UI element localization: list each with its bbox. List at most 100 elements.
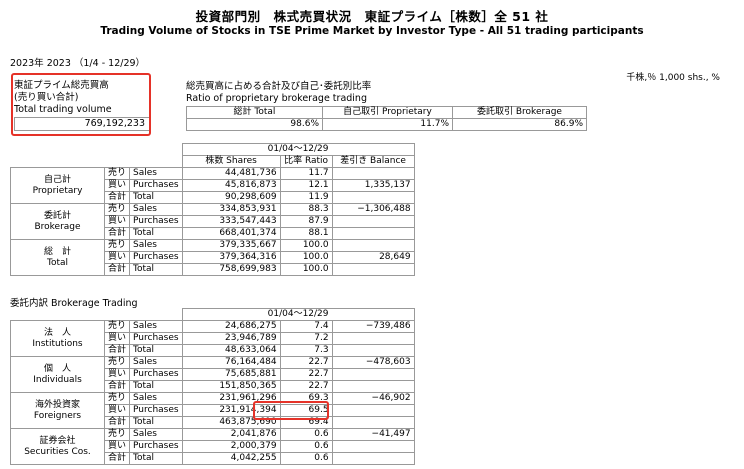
shares-cell: 379,335,667 [181,239,281,252]
table-row: 海外投資家 Foreigners 売り Sales 231,961,296 69.3 −46… [10,392,415,429]
ratio-title-en: Ratio of proprietary brokerage trading [186,93,367,104]
balance-cell [331,440,415,453]
trade-type-jp: 買い [103,368,131,381]
table-row: 総 計 Total 売り Sales 379,335,667 100.0 [10,239,415,276]
trade-type-en: Total [129,416,183,429]
trade-type-en: Purchases [129,179,183,192]
trade-type-jp: 合計 [103,344,131,357]
category-label-jp: 証券会社 [39,435,76,446]
highlight-box-total [11,73,151,136]
trade-type-en: Total [129,344,183,357]
ratio-cell: 88.3 [279,203,333,216]
trade-type-jp: 買い [103,215,131,228]
table-row: 証券会社 Securities Cos. 売り Sales 2,041,876 0.6 −4… [10,428,415,465]
trade-type-en: Sales [129,356,183,369]
balance-cell: −739,486 [331,320,415,333]
brokerage-category-cell: 個 人 Individuals [10,356,105,393]
ratio-cell: 7.3 [279,344,333,357]
shares-cell: 334,853,931 [181,203,281,216]
ratio-cell: 12.1 [279,179,333,192]
trade-type-jp: 合計 [103,380,131,393]
summary-category-cell: 自己計 Proprietary [10,167,105,204]
page-title-en: Trading Volume of Stocks in TSE Prime Ma… [100,25,644,37]
ratio-cell: 88.1 [279,227,333,240]
ratio-cell: 100.0 [279,263,333,276]
category-label-jp: 自己計 [43,174,71,185]
ratio-cell: 22.7 [279,356,333,369]
trade-type-jp: 合計 [103,416,131,429]
category-label-en: Brokerage [34,221,81,232]
trade-type-en: Sales [129,203,183,216]
shares-cell: 379,364,316 [181,251,281,264]
trade-type-jp: 買い [103,179,131,192]
trade-type-en: Total [129,263,183,276]
balance-cell: 1,335,137 [331,179,415,192]
balance-cell: −478,603 [331,356,415,369]
balance-cell [331,227,415,240]
balance-cell [331,452,415,465]
trade-type-jp: 売り [103,392,131,405]
balance-cell [331,368,415,381]
shares-cell: 24,686,275 [181,320,281,333]
table-row: 委託計 Brokerage 売り Sales 334,853,931 88.3 −1,306… [10,203,415,240]
ratio-title-jp: 総売買高に占める合計及び自己･委託別比率 [186,81,372,92]
trade-type-en: Purchases [129,215,183,228]
trade-type-en: Purchases [129,251,183,264]
trade-type-en: Purchases [129,440,183,453]
category-label-jp: 海外投資家 [34,399,80,410]
balance-cell [331,380,415,393]
trade-type-en: Total [129,227,183,240]
brokerage-category-cell: 海外投資家 Foreigners [10,392,105,429]
shares-cell: 48,633,064 [181,344,281,357]
shares-cell: 44,481,736 [181,167,281,180]
balance-cell [331,416,415,429]
shares-cell: 758,699,983 [181,263,281,276]
summary-table: 01/04～12/29 株数 Shares 比率 Ratio 差引き Balan… [10,143,415,276]
brokerage-section-label: 委託内訳 Brokerage Trading [10,298,138,309]
trade-type-en: Total [129,191,183,204]
ratio-cell: 100.0 [279,251,333,264]
ratio-cell: 7.4 [279,320,333,333]
brokerage-category-cell: 証券会社 Securities Cos. [10,428,105,465]
trade-type-jp: 合計 [103,263,131,276]
balance-cell: −41,497 [331,428,415,441]
balance-cell: −46,902 [331,392,415,405]
category-label-en: Proprietary [32,185,83,196]
trade-type-en: Sales [129,239,183,252]
trade-type-jp: 買い [103,440,131,453]
category-label-jp: 法 人 [43,327,71,338]
balance-cell [331,191,415,204]
summary-category-cell: 委託計 Brokerage [10,203,105,240]
category-label-en: Foreigners [33,410,82,421]
ratio-cell: 0.6 [279,428,333,441]
period-label: 2023年 2023 （1/4 - 12/29） [10,58,146,69]
trade-type-jp: 売り [103,320,131,333]
summary-category-cell: 総 計 Total [10,239,105,276]
balance-cell [331,332,415,345]
ratio-cell: 0.6 [279,452,333,465]
summary-period-header: 01/04～12/29 [181,143,415,156]
ratio-table: 総計 Total 自己取引 Proprietary 委託取引 Brokerage… [186,106,587,131]
trade-type-en: Sales [129,428,183,441]
col-header-shares: 株数 Shares [181,155,281,168]
trade-type-jp: 買い [103,251,131,264]
shares-cell: 2,000,379 [181,440,281,453]
brokerage-period-header: 01/04～12/29 [181,308,415,321]
ratio-cell: 0.6 [279,440,333,453]
shares-cell: 151,850,365 [181,380,281,393]
trade-type-jp: 買い [103,332,131,345]
trade-type-jp: 売り [103,356,131,369]
table-row: 自己計 Proprietary 売り Sales 44,481,736 11.7 [10,167,415,204]
ratio-cell: 7.2 [279,332,333,345]
trade-type-en: Total [129,452,183,465]
ratio-cell: 22.7 [279,368,333,381]
shares-cell: 90,298,609 [181,191,281,204]
trade-type-en: Purchases [129,404,183,417]
trade-type-jp: 売り [103,203,131,216]
ratio-value-brokerage: 86.9% [452,118,587,131]
shares-cell: 333,547,443 [181,215,281,228]
shares-cell: 23,946,789 [181,332,281,345]
trade-type-en: Purchases [129,332,183,345]
shares-cell: 4,042,255 [181,452,281,465]
category-label-jp: 個 人 [43,363,71,374]
